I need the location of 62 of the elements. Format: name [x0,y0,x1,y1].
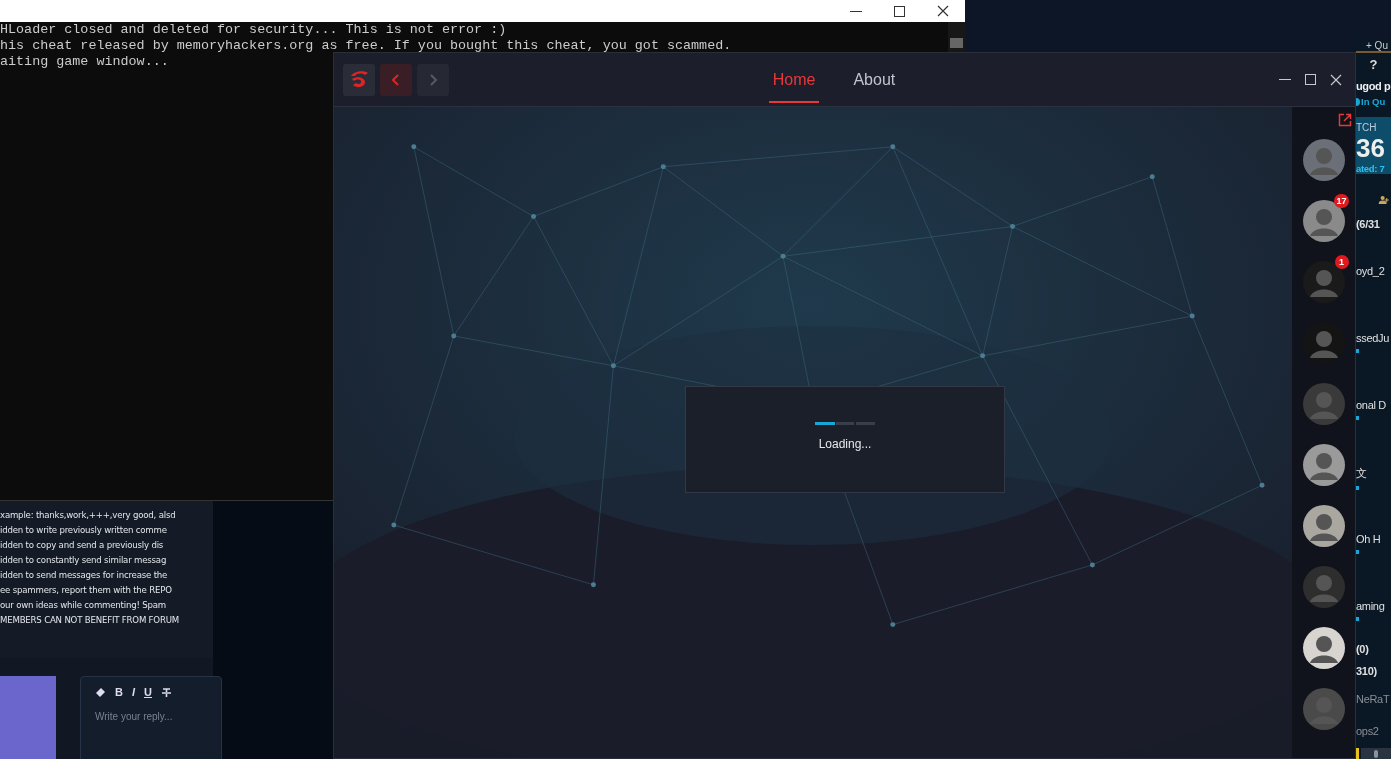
close-icon[interactable] [937,5,949,17]
rule-text: idden to copy and send a previously dis [0,539,165,552]
status-mark [1356,348,1359,353]
format-button[interactable]: B [115,686,123,698]
console-line: aiting game window... [0,54,170,70]
strikethrough-icon[interactable] [160,686,172,698]
reply-placeholder: Write your reply... [95,711,174,722]
friend-name[interactable]: onal D [1356,398,1391,411]
banner-subtext: ated: 7 [1356,163,1386,174]
chevron-left-icon [391,72,401,87]
avatar[interactable] [1302,505,1345,547]
tab[interactable]: Home [768,56,820,103]
friend-name[interactable]: aming [1356,599,1391,612]
unread-badge: 17 [1334,194,1349,208]
rule-text: MEMBERS CAN NOT BENEFIT FROM FORUM [0,614,180,627]
microphone-icon [1373,748,1379,759]
format-button[interactable]: U [144,686,152,698]
profile-status: In Qu [1361,96,1386,107]
top-link[interactable]: + Qu [1356,40,1391,53]
status-mark [1356,549,1359,554]
format-button[interactable]: I [131,686,135,698]
banner-value: 36 [1356,133,1386,163]
avatar[interactable] [1302,444,1345,486]
banner-label: TCH [1356,122,1378,133]
rule-text: idden to write previously written comme [0,524,168,537]
avatar[interactable] [1302,627,1345,669]
rule-text: ee spammers, report them with the REPO [0,584,173,597]
external-link-icon[interactable] [1338,113,1352,127]
back-button[interactable] [380,63,412,96]
profile-name: ugod p [1356,80,1391,92]
loading-text: Loading... [818,437,872,451]
group-label: (0) [1356,642,1370,655]
group-label: (6/31 [1356,218,1381,231]
status-mark [1356,485,1359,490]
add-friend-icon[interactable] [1377,196,1391,204]
unread-badge: 1 [1334,255,1349,269]
mic-button[interactable] [1361,748,1391,759]
progress-bar [815,422,875,425]
eraser-icon[interactable] [95,686,106,698]
console-line: HLoader closed and deleted for security... This is not error :) [0,22,508,38]
reply-editor[interactable]: B I U Write your reply... [80,676,222,759]
tab[interactable]: About [849,56,900,103]
group-label: 310) [1356,665,1378,678]
maximize-icon[interactable] [894,5,905,17]
console-line: his cheat released by memoryhackers.org as free. If you bought this cheat, you got scammed. [0,38,733,54]
status-mark [1356,616,1359,621]
rule-text: xample: thanks,work,+++,very good, alsd [0,509,177,522]
friend-name[interactable]: oyd_2 [1356,264,1391,277]
rule-text: our own ideas while commenting! Spam [0,599,167,612]
friend-name[interactable]: 文 [1356,465,1391,481]
logo-button[interactable] [343,63,375,96]
friend-name[interactable]: ops2 [1356,725,1391,738]
help-button[interactable]: ? [1356,57,1391,72]
rule-text: idden to constantly send similar messag [0,554,168,567]
rule-text: idden to send messages for increase the [0,569,169,582]
friend-name[interactable]: Oh H [1356,532,1391,545]
logo-icon [348,69,370,90]
friend-name[interactable]: ssedJu [1356,331,1391,344]
friend-name[interactable]: NeRaT [1356,692,1391,705]
status-mark [1356,415,1359,420]
avatar[interactable] [1302,200,1345,242]
chevron-right-icon [428,72,438,87]
